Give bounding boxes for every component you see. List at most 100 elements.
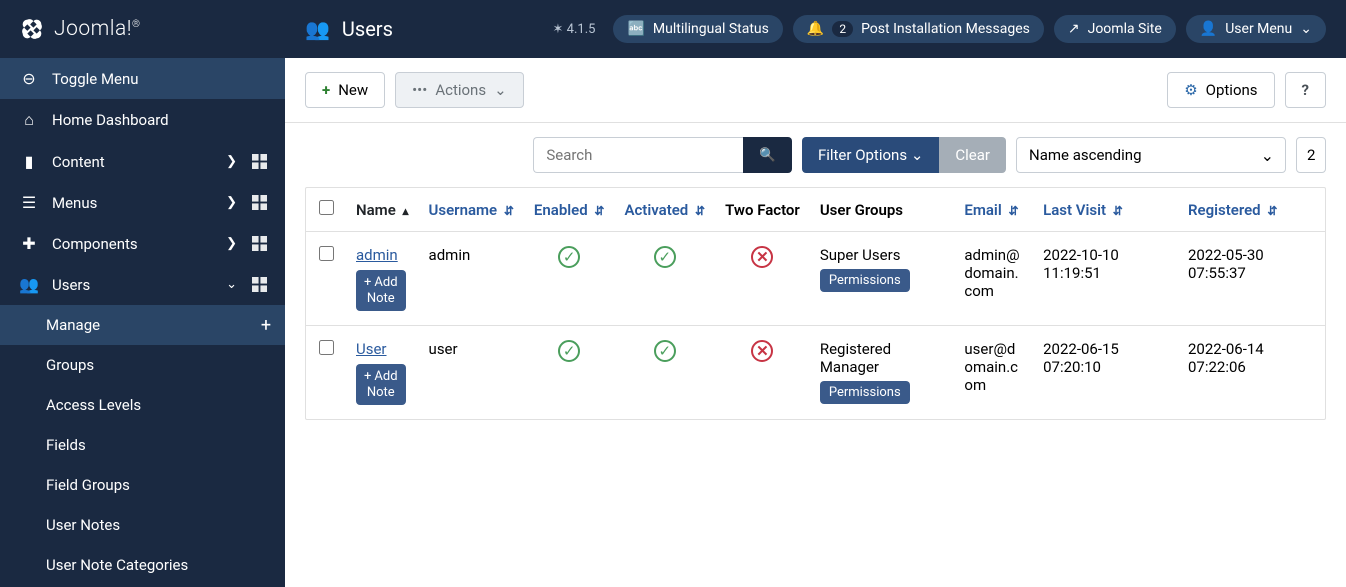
sidebar-item-menus[interactable]: ☰ Menus ❯: [0, 182, 285, 223]
pill-label: Joomla Site: [1088, 21, 1162, 37]
col-enabled[interactable]: Enabled ⇵: [524, 188, 615, 232]
button-label: New: [338, 81, 368, 99]
sort-icon: ⇵: [504, 204, 514, 218]
toolbar: + New ••• Actions ⌄ ⚙ Options ?: [285, 58, 1346, 123]
email-cell: user@domain.com: [954, 326, 1033, 420]
sidebar-label: Content: [52, 153, 226, 171]
sidebar-item-home[interactable]: ⌂ Home Dashboard: [0, 99, 285, 141]
brand-logo[interactable]: Joomla!®: [0, 0, 285, 58]
list-icon: ☰: [18, 193, 40, 212]
sidebar-item-content[interactable]: ▮ Content ❯: [0, 141, 285, 182]
user-menu-button[interactable]: 👤 User Menu ⌄: [1186, 15, 1326, 43]
sub-item-user-notes[interactable]: User Notes: [0, 505, 285, 545]
pill-label: User Menu: [1225, 21, 1292, 37]
activated-icon[interactable]: ✓: [654, 246, 676, 268]
col-groups: User Groups: [810, 188, 955, 232]
button-label: Filter Options: [818, 146, 907, 164]
limit-select[interactable]: 2: [1296, 137, 1326, 173]
brand-text: Joomla!®: [54, 17, 141, 41]
sidebar: Joomla!® ⊖ Toggle Menu ⌂ Home Dashboard …: [0, 0, 285, 587]
sub-item-fields[interactable]: Fields: [0, 425, 285, 465]
sidebar-label: Home Dashboard: [52, 111, 267, 129]
dashboard-icon[interactable]: [252, 195, 267, 210]
lastvisit-cell: 2022-10-10 11:19:51: [1033, 232, 1178, 326]
file-icon: ▮: [18, 152, 40, 171]
search-button[interactable]: 🔍: [743, 137, 792, 173]
col-username[interactable]: Username ⇵: [419, 188, 524, 232]
site-link-button[interactable]: ↗ Joomla Site: [1054, 15, 1176, 43]
users-table: Name ▴ Username ⇵ Enabled ⇵ Activated ⇵ …: [305, 187, 1326, 420]
registered-cell: 2022-05-30 07:55:37: [1178, 232, 1325, 326]
chevron-down-icon: ⌄: [1300, 21, 1312, 37]
sidebar-submenu-users: Manage + Groups Access Levels Fields Fie…: [0, 305, 285, 585]
sidebar-item-components[interactable]: ✚ Components ❯: [0, 223, 285, 264]
sort-icon: ⇵: [1008, 204, 1018, 218]
sort-asc-icon: ▴: [403, 204, 409, 218]
user-name-link[interactable]: admin: [356, 246, 398, 264]
sub-item-user-note-categories[interactable]: User Note Categories: [0, 545, 285, 585]
col-name[interactable]: Name ▴: [346, 188, 419, 232]
header: 👥 Users ✶ 4.1.5 🔤 Multilingual Status 🔔 …: [285, 0, 1346, 58]
sort-select[interactable]: Name ascending: [1016, 137, 1286, 173]
sub-item-groups[interactable]: Groups: [0, 345, 285, 385]
dashboard-icon[interactable]: [252, 236, 267, 251]
twofactor-disabled-icon[interactable]: ✕: [751, 246, 773, 268]
add-note-button[interactable]: + AddNote: [356, 364, 406, 405]
notification-badge: 2: [832, 21, 853, 37]
row-checkbox[interactable]: [319, 246, 334, 261]
user-name-link[interactable]: User: [356, 340, 387, 358]
col-lastvisit[interactable]: Last Visit ⇵: [1033, 188, 1178, 232]
sub-label: Fields: [46, 436, 86, 454]
sub-item-access-levels[interactable]: Access Levels: [0, 385, 285, 425]
pill-label: Post Installation Messages: [861, 21, 1030, 37]
sidebar-label: Users: [52, 276, 226, 294]
pill-label: Multilingual Status: [653, 21, 769, 37]
clear-button[interactable]: Clear: [939, 137, 1006, 173]
joomla-icon: [18, 15, 46, 43]
enabled-icon[interactable]: ✓: [558, 246, 580, 268]
sub-item-field-groups[interactable]: Field Groups: [0, 465, 285, 505]
add-icon[interactable]: +: [247, 305, 285, 345]
chevron-right-icon: ❯: [226, 154, 237, 169]
sub-item-manage[interactable]: Manage +: [0, 305, 285, 345]
options-button[interactable]: ⚙ Options: [1167, 72, 1274, 108]
sub-label: Field Groups: [46, 476, 130, 494]
username-cell: admin: [419, 232, 524, 326]
sidebar-label: Components: [52, 235, 226, 253]
dashboard-icon[interactable]: [252, 277, 267, 292]
filter-options-button[interactable]: Filter Options ⌄: [802, 137, 939, 173]
button-label: Actions: [435, 81, 486, 99]
twofactor-disabled-icon[interactable]: ✕: [751, 340, 773, 362]
col-activated[interactable]: Activated ⇵: [614, 188, 715, 232]
col-registered[interactable]: Registered ⇵: [1178, 188, 1325, 232]
users-icon: 👥: [305, 17, 330, 41]
post-install-messages-button[interactable]: 🔔 2 Post Installation Messages: [793, 15, 1044, 43]
registered-cell: 2022-06-14 07:22:06: [1178, 326, 1325, 420]
sidebar-item-users[interactable]: 👥 Users ⌄: [0, 264, 285, 305]
toggle-menu[interactable]: ⊖ Toggle Menu: [0, 58, 285, 99]
help-button[interactable]: ?: [1285, 72, 1326, 108]
enabled-icon[interactable]: ✓: [558, 340, 580, 362]
gear-icon: ⚙: [1184, 81, 1197, 99]
sub-label: User Note Categories: [46, 556, 188, 574]
sidebar-label: Menus: [52, 194, 226, 212]
add-note-button[interactable]: + AddNote: [356, 270, 406, 311]
permissions-button[interactable]: Permissions: [820, 381, 910, 404]
col-email[interactable]: Email ⇵: [954, 188, 1033, 232]
activated-icon[interactable]: ✓: [654, 340, 676, 362]
permissions-button[interactable]: Permissions: [820, 269, 910, 292]
actions-button[interactable]: ••• Actions ⌄: [395, 72, 524, 108]
dashboard-icon[interactable]: [252, 154, 267, 169]
username-cell: user: [419, 326, 524, 420]
multilingual-status-button[interactable]: 🔤 Multilingual Status: [613, 15, 782, 43]
chevron-right-icon: ❯: [226, 236, 237, 251]
select-all-checkbox[interactable]: [319, 200, 334, 215]
row-checkbox[interactable]: [319, 340, 334, 355]
search-input[interactable]: [533, 137, 743, 173]
chevron-down-icon: ⌄: [494, 81, 507, 99]
chevron-down-icon: ⌄: [911, 146, 924, 164]
sort-icon: ⇵: [1267, 204, 1277, 218]
col-twofactor: Two Factor: [715, 188, 810, 232]
new-button[interactable]: + New: [305, 72, 385, 108]
user-icon: 👤: [1200, 21, 1217, 37]
